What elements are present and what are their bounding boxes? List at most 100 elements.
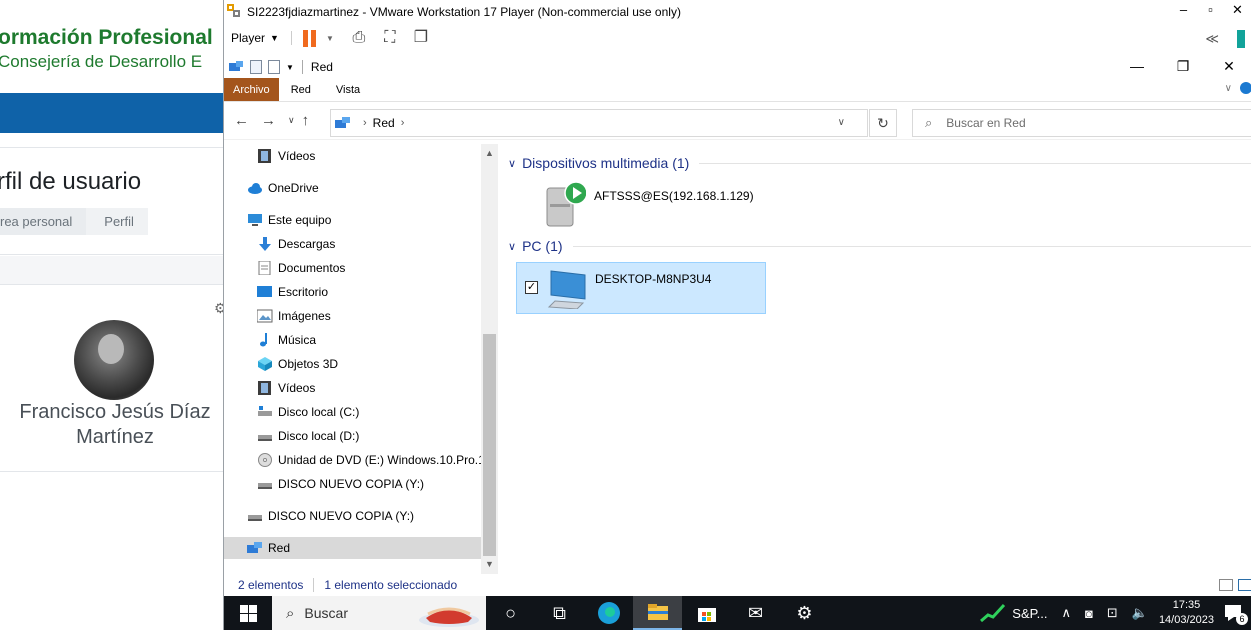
chevron-down-icon[interactable]: ∨ bbox=[838, 117, 845, 128]
recent-locations-icon[interactable]: ∨ bbox=[288, 115, 295, 126]
nav-item-este-equipo[interactable]: Este equipo bbox=[247, 209, 331, 231]
breadcrumb-profile[interactable]: Perfil bbox=[86, 208, 148, 235]
computer-icon bbox=[248, 214, 262, 226]
nav-item-descargas[interactable]: Descargas bbox=[257, 233, 335, 255]
scroll-down-icon[interactable]: ▼ bbox=[481, 559, 498, 569]
maximize-icon[interactable]: ▫ bbox=[1197, 2, 1224, 18]
drive-icon bbox=[258, 435, 272, 441]
nav-item-documentos[interactable]: Documentos bbox=[257, 257, 345, 279]
nav-item-label: Música bbox=[278, 333, 317, 347]
nav-item-objetos-3d[interactable]: Objetos 3D bbox=[257, 353, 338, 375]
chevron-down-icon[interactable]: ▼ bbox=[326, 34, 334, 43]
nav-item-imagenes[interactable]: Imágenes bbox=[257, 305, 331, 327]
refresh-icon[interactable]: ↻ bbox=[869, 109, 897, 137]
up-arrow-icon[interactable]: ↑ bbox=[302, 112, 310, 129]
profile-header-panel bbox=[0, 147, 224, 255]
nav-item-label: Unidad de DVD (E:) Windows.10.Pro.19 bbox=[278, 453, 492, 467]
help-icon[interactable] bbox=[1240, 82, 1251, 94]
drive-icon bbox=[248, 515, 262, 521]
unity-icon[interactable]: ❐ bbox=[410, 28, 432, 48]
nav-item-disco-y[interactable]: DISCO NUEVO COPIA (Y:) bbox=[257, 473, 424, 495]
forward-arrow-icon[interactable]: → bbox=[261, 112, 276, 129]
taskbar-search-box[interactable]: ⌕ Buscar bbox=[272, 596, 486, 630]
player-menu-button[interactable]: Player ▼ bbox=[231, 31, 292, 45]
details-view-icon[interactable] bbox=[1219, 579, 1233, 591]
nav-item-escritorio[interactable]: Escritorio bbox=[257, 281, 328, 303]
selection-checkbox[interactable]: ✓ bbox=[525, 281, 538, 294]
mail-icon[interactable]: ✉ bbox=[731, 596, 780, 630]
chevron-up-icon[interactable]: ∧ bbox=[1061, 605, 1071, 621]
tab-vista[interactable]: Vista bbox=[324, 78, 373, 101]
minimize-icon[interactable]: — bbox=[1114, 56, 1160, 76]
scroll-thumb[interactable] bbox=[483, 334, 496, 556]
search-input[interactable]: ⌕ Buscar en Red bbox=[912, 109, 1251, 137]
nav-item-videos[interactable]: Vídeos bbox=[257, 145, 315, 167]
tab-red[interactable]: Red bbox=[279, 78, 324, 101]
camera-icon[interactable]: ◙ bbox=[1085, 606, 1093, 621]
nav-item-red[interactable]: Red bbox=[224, 537, 481, 559]
vmware-toolbar: Player ▼ ▼ ⎙ ⛶ ❐ bbox=[224, 24, 1251, 52]
scroll-up-icon[interactable]: ▲ bbox=[481, 148, 498, 158]
notification-center-icon[interactable]: 6 bbox=[1224, 603, 1248, 625]
nav-item-label: Vídeos bbox=[278, 149, 316, 163]
cortana-icon[interactable]: ○ bbox=[486, 596, 535, 630]
group-label: PC (1) bbox=[522, 238, 563, 254]
chevron-right-icon[interactable]: › bbox=[363, 117, 367, 129]
vmware-title-bar: SI2223fjdiazmartinez - VMware Workstatio… bbox=[224, 0, 1251, 24]
windows-start-icon[interactable] bbox=[224, 596, 272, 630]
nav-item-disco-c[interactable]: Disco local (C:) bbox=[257, 401, 359, 423]
nav-item-dvd-e[interactable]: Unidad de DVD (E:) Windows.10.Pro.19 bbox=[257, 449, 491, 471]
nav-item-disco-y-root[interactable]: DISCO NUEVO COPIA (Y:) bbox=[247, 505, 414, 527]
library-panel-icon[interactable] bbox=[1237, 30, 1245, 48]
group-pc[interactable]: ∨ PC (1) bbox=[508, 238, 1251, 254]
breadcrumb-home[interactable]: rea personal bbox=[0, 208, 86, 235]
nav-item-label: Red bbox=[268, 541, 291, 555]
close-icon[interactable]: ✕ bbox=[1224, 2, 1251, 18]
nav-item-label: Descargas bbox=[278, 237, 336, 251]
player-menu-label: Player bbox=[231, 31, 266, 45]
system-tray: S&P... ∧ ◙ ⊡ 🔈 17:35 14/03/2023 6 bbox=[973, 596, 1251, 630]
properties-icon[interactable] bbox=[250, 60, 262, 74]
search-icon: ⌕ bbox=[925, 115, 933, 130]
pause-icon[interactable] bbox=[302, 29, 318, 47]
device-media-server[interactable]: AFTSSS@ES(192.168.1.129) bbox=[546, 180, 754, 228]
group-dispositivos-multimedia[interactable]: ∨ Dispositivos multimedia (1) bbox=[508, 155, 1251, 171]
expand-ribbon-icon[interactable]: ∨ bbox=[1225, 83, 1232, 94]
device-desktop-pc[interactable]: ✓ DESKTOP-M8NP3U4 bbox=[516, 262, 766, 314]
dvd-icon bbox=[258, 453, 272, 467]
send-ctrl-alt-del-icon[interactable]: ⎙ bbox=[348, 28, 370, 48]
address-bar[interactable]: › Red › ∨ bbox=[330, 109, 868, 137]
chevron-right-icon[interactable]: › bbox=[401, 117, 405, 129]
video-icon bbox=[258, 149, 271, 163]
settings-icon[interactable]: ⚙ bbox=[780, 596, 829, 630]
file-explorer-icon[interactable] bbox=[633, 596, 682, 630]
nav-pane-scrollbar[interactable]: ▲ ▼ bbox=[481, 144, 498, 574]
drive-icon bbox=[258, 483, 272, 489]
address-segment-red[interactable]: Red bbox=[373, 116, 395, 130]
volume-icon[interactable]: 🔈 bbox=[1132, 605, 1148, 621]
new-folder-icon[interactable] bbox=[268, 60, 280, 74]
brand-title: ormación Profesional bbox=[0, 26, 213, 49]
large-icons-view-icon[interactable] bbox=[1238, 579, 1251, 591]
explorer-title: Red bbox=[301, 60, 333, 74]
nav-item-musica[interactable]: Música bbox=[257, 329, 316, 351]
close-icon[interactable]: ✕ bbox=[1206, 56, 1251, 76]
nav-item-videos-2[interactable]: Vídeos bbox=[257, 377, 315, 399]
network-tray-icon[interactable]: ⊡ bbox=[1107, 605, 1118, 621]
tab-archivo[interactable]: Archivo bbox=[224, 78, 279, 101]
edge-icon[interactable] bbox=[584, 596, 633, 630]
clock[interactable]: 17:35 14/03/2023 bbox=[1159, 598, 1214, 628]
fullscreen-icon[interactable]: ⛶ bbox=[379, 28, 401, 48]
restore-icon[interactable]: ❐ bbox=[1160, 56, 1206, 76]
back-arrow-icon[interactable]: ← bbox=[234, 112, 249, 129]
store-icon[interactable] bbox=[682, 596, 731, 630]
chevron-down-icon[interactable]: ▼ bbox=[286, 63, 294, 72]
collapse-icon[interactable]: ≪ bbox=[1205, 31, 1219, 47]
explorer-title-bar: ▼ Red — ❐ ✕ bbox=[224, 56, 1251, 78]
minimize-icon[interactable]: – bbox=[1170, 2, 1197, 18]
nav-item-disco-d[interactable]: Disco local (D:) bbox=[257, 425, 359, 447]
cube-icon bbox=[258, 357, 272, 371]
task-view-icon[interactable]: ⧉ bbox=[535, 596, 584, 630]
stock-widget[interactable]: S&P... bbox=[980, 603, 1047, 623]
nav-item-onedrive[interactable]: OneDrive bbox=[247, 177, 319, 199]
